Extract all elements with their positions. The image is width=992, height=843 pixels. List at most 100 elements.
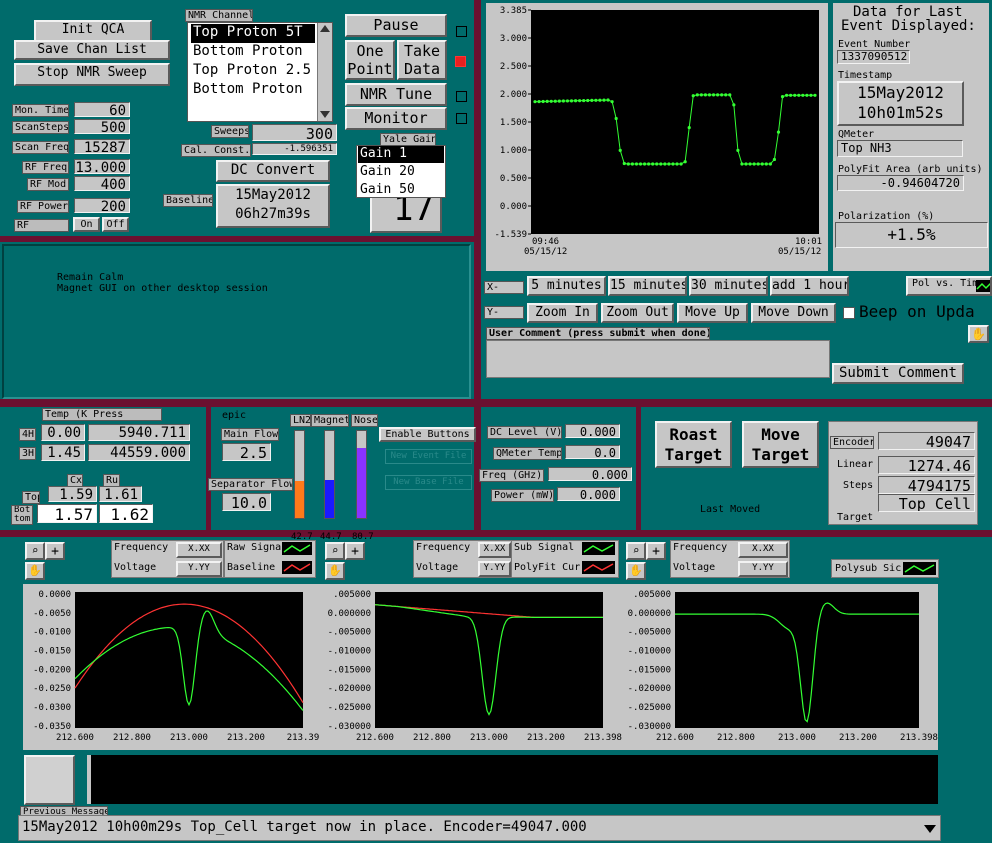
magnet-top-value: 44.7 [320, 532, 342, 542]
enable-buttons-button[interactable]: Enable Buttons [379, 427, 476, 442]
event-number-label: Event Number [838, 39, 911, 50]
dc-convert-button[interactable]: DC Convert [216, 160, 330, 182]
data-point [659, 162, 663, 166]
pol-legend-icon [976, 280, 990, 292]
yale-gain-list[interactable]: Gain 1 Gain 20 Gain 50 [356, 145, 446, 198]
user-comment-input[interactable] [486, 340, 830, 378]
zoom-tool-icon[interactable]: ⌕ [325, 542, 345, 560]
gain-item[interactable]: Gain 20 [358, 164, 444, 181]
event-number-value: 1337090512 [837, 50, 910, 64]
move-up-button[interactable]: Move Up [677, 303, 748, 323]
legend-swatch-red [282, 561, 312, 574]
move-target-button[interactable]: Move Target [742, 421, 819, 468]
channel-item[interactable]: Bottom Proton [191, 43, 315, 62]
status-indicator [24, 755, 75, 805]
add-1-hour-button[interactable]: add 1 hour [770, 276, 849, 296]
pause-button[interactable]: Pause [345, 14, 447, 37]
channel-item[interactable]: Bottom Proton [191, 81, 315, 100]
nose-top-value: 80.7 [352, 532, 374, 542]
power-mw-label: Power (mW) [491, 489, 554, 502]
temp-3h-t: 1.45 [41, 444, 85, 461]
nmr-tune-button[interactable]: NMR Tune [345, 83, 447, 106]
5-minutes-button[interactable]: 5 minutes [527, 276, 606, 296]
pan-hand-icon[interactable]: ✋ [626, 562, 646, 580]
channel-item-selected[interactable]: Top Proton 5T [191, 24, 315, 43]
data-point [784, 93, 789, 97]
stop-nmr-sweep-button[interactable]: Stop NMR Sweep [14, 63, 170, 86]
nmr-channel-list[interactable]: Top Proton 5T Bottom Proton Top Proton 2… [187, 22, 333, 122]
gain-item[interactable]: Gain 50 [358, 182, 444, 199]
linear-label: Linear [837, 459, 874, 470]
polysub-signal-legend: Polysub Sic [835, 563, 902, 574]
chevron-down-icon[interactable] [924, 825, 936, 833]
gain-item-selected[interactable]: Gain 1 [358, 146, 444, 163]
param-value-mon-time[interactable]: 60 [74, 102, 130, 117]
param-value-rf-freq[interactable]: 13.000 [74, 159, 130, 174]
pol-vs-time-button[interactable]: Pol vs. Tim [906, 276, 992, 296]
hand-icon[interactable]: ✋ [968, 325, 989, 343]
data-point [728, 93, 732, 97]
rf-off-button[interactable]: Off [102, 217, 129, 232]
30-minutes-button[interactable]: 30 minutes [689, 276, 768, 296]
zoom-tool-icon[interactable]: ⌕ [626, 542, 646, 560]
data-point [748, 162, 752, 166]
scroll-up-arrow-icon[interactable] [320, 25, 330, 32]
beep-checkbox[interactable] [843, 307, 855, 319]
legend-swatch-red [582, 561, 615, 574]
x-scale-button[interactable]: X.XX [176, 542, 222, 558]
y-scale-button[interactable]: Y.YY [176, 561, 222, 577]
init-qca-button[interactable]: Init QCA [34, 20, 152, 42]
x-tick-label: 213.000 [778, 733, 816, 743]
y-tick-label: -.020000 [628, 684, 671, 694]
save-chan-list-button[interactable]: Save Chan List [14, 40, 170, 60]
monitor-button[interactable]: Monitor [345, 107, 447, 130]
crosshair-tool-icon[interactable]: + [45, 542, 65, 560]
param-value-rf-power[interactable]: 200 [74, 198, 130, 213]
x-tick-label: 213.200 [227, 733, 265, 743]
zoom-in-button[interactable]: Zoom In [527, 303, 598, 323]
magnet-level-fill [325, 479, 334, 518]
pan-hand-icon[interactable]: ✋ [325, 562, 345, 580]
data-point [740, 162, 744, 166]
param-value-scan-freq[interactable]: 15287 [74, 139, 130, 154]
one-point-button[interactable]: One Point [345, 40, 395, 80]
y-scale-button[interactable]: Y.YY [738, 561, 788, 577]
channel-item[interactable]: Top Proton 2.5 [191, 62, 315, 81]
data-point [764, 162, 768, 166]
move-down-button[interactable]: Move Down [751, 303, 836, 323]
data-point [590, 98, 594, 102]
zoom-tool-icon[interactable]: ⌕ [25, 542, 45, 560]
data-point [716, 93, 720, 97]
frequency-label: Frequency [114, 542, 169, 553]
y-scale-button[interactable]: Y.YY [478, 561, 511, 577]
channel-scrollbar[interactable] [317, 23, 332, 121]
y-tick-label: -0.0150 [33, 647, 71, 657]
x-scale-button[interactable]: X.XX [478, 542, 511, 558]
data-point [614, 116, 618, 121]
ln2-level-gauge [294, 430, 305, 519]
zoom-out-button[interactable]: Zoom Out [601, 303, 674, 323]
data-point [756, 162, 760, 166]
15-minutes-button[interactable]: 15 minutes [608, 276, 687, 296]
nmr-tune-indicator [456, 91, 467, 102]
scroll-down-arrow-icon[interactable] [320, 111, 330, 118]
roast-target-button[interactable]: Roast Target [655, 421, 732, 468]
data-point [626, 162, 630, 166]
x-scale-button[interactable]: X.XX [738, 542, 788, 558]
take-data-button[interactable]: Take Data [397, 40, 447, 80]
data-point [760, 162, 764, 166]
crosshair-tool-icon[interactable]: + [345, 542, 365, 560]
separator-flow-label: Separator Flow [208, 478, 293, 491]
previous-messages-dropdown[interactable]: 15May2012 10h00m29s Top_Cell target now … [18, 815, 941, 841]
param-value-scansteps[interactable]: 500 [74, 119, 130, 134]
divider-v-main [474, 0, 481, 535]
pan-hand-icon[interactable]: ✋ [25, 562, 45, 580]
rf-on-button[interactable]: On [73, 217, 100, 232]
y-tick-label: 2.500 [500, 62, 527, 72]
crosshair-tool-icon[interactable]: + [646, 542, 666, 560]
main-flow-label: Main Flow [221, 428, 279, 441]
x-tick-label: 212.800 [413, 733, 451, 743]
param-label: ScanSteps [12, 121, 69, 134]
submit-comment-button[interactable]: Submit Comment [832, 363, 964, 384]
param-value-rf-mod[interactable]: 400 [74, 176, 130, 191]
